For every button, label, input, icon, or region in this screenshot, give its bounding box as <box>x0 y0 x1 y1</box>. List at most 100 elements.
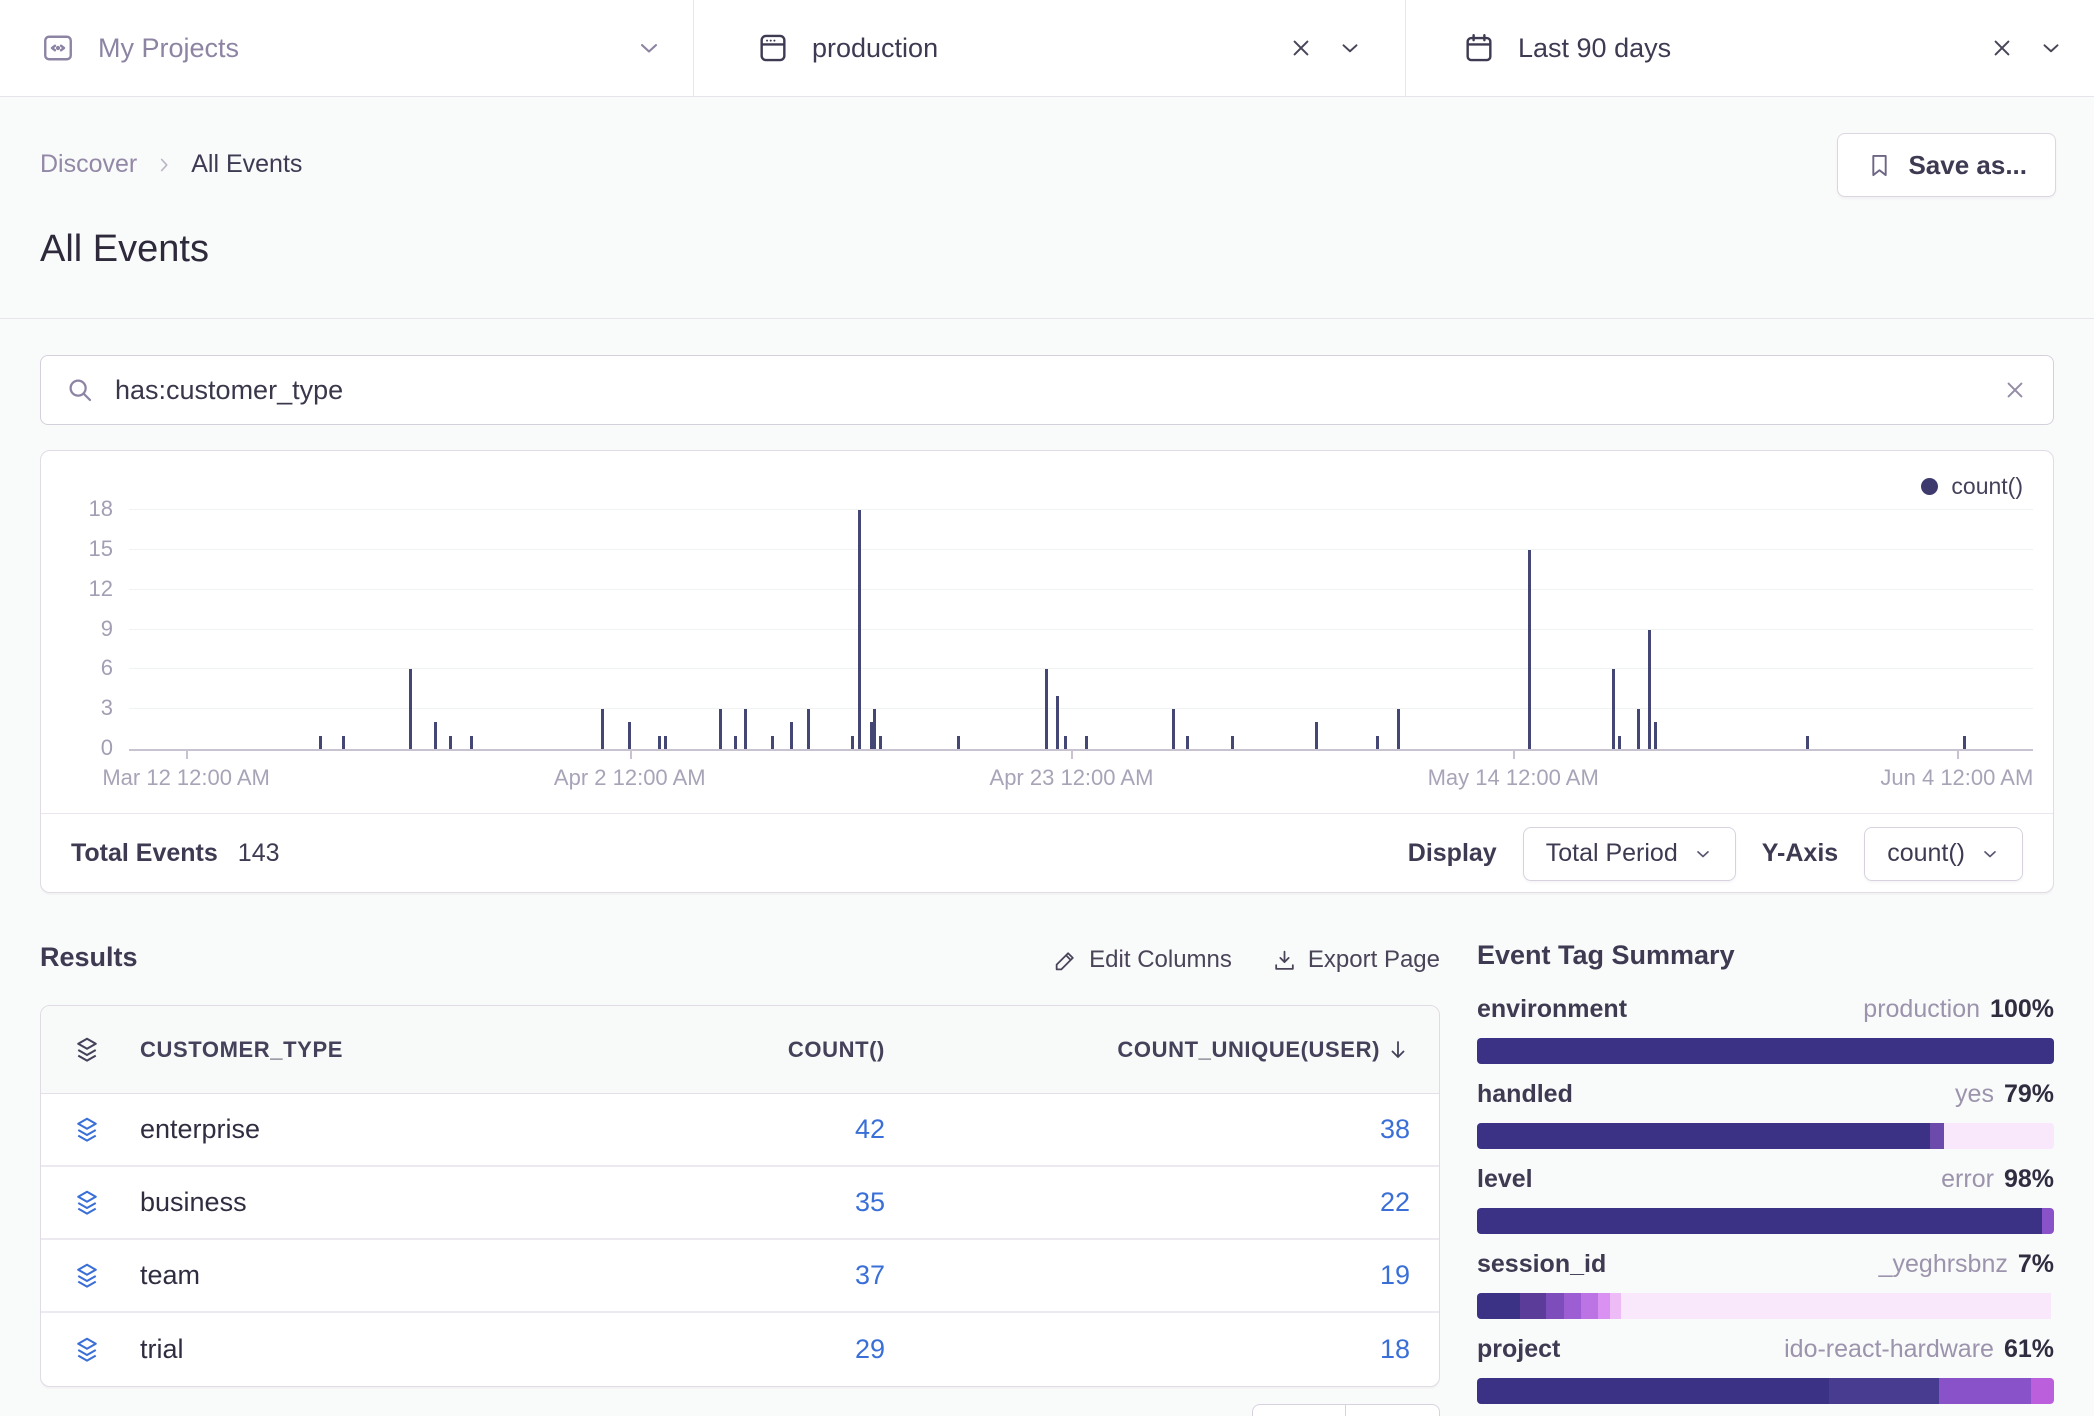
legend-label: count() <box>1951 473 2023 500</box>
next-page-button[interactable] <box>1346 1404 1440 1416</box>
chart-gridline <box>129 708 2033 709</box>
total-events-label: Total Events <box>71 839 218 868</box>
tag-percent: 7% <box>2018 1250 2054 1278</box>
search-input[interactable] <box>115 375 2001 406</box>
tag-percent: 61% <box>2004 1335 2054 1363</box>
chart-bar <box>1618 736 1621 749</box>
pagination <box>1252 1404 1440 1416</box>
chart-x-tick-label: Apr 2 12:00 AM <box>554 765 706 791</box>
chart-bar <box>1172 709 1175 749</box>
column-header-count-unique[interactable]: COUNT_UNIQUE(USER) <box>885 1037 1410 1063</box>
chart-bar <box>1064 736 1067 749</box>
y-axis-dropdown[interactable]: count() <box>1864 827 2023 881</box>
chart-gridline <box>129 589 2033 590</box>
tag-bar-segment[interactable] <box>2031 1378 2054 1404</box>
cell-count[interactable]: 37 <box>585 1260 885 1291</box>
sort-desc-arrow-icon <box>1386 1038 1410 1062</box>
project-selector-label: My Projects <box>98 33 239 64</box>
tag-bar-segment[interactable] <box>1930 1123 1944 1149</box>
stack-icon <box>72 1261 102 1291</box>
tag-bar[interactable] <box>1477 1208 2054 1234</box>
chart-bar <box>957 736 960 749</box>
tag-top-value: ido-react-hardware <box>1784 1335 1994 1363</box>
display-dropdown[interactable]: Total Period <box>1523 827 1736 881</box>
tag-bar-segment[interactable] <box>1477 1378 1829 1404</box>
cell-count-unique[interactable]: 38 <box>885 1114 1410 1145</box>
edit-columns-button[interactable]: Edit Columns <box>1053 946 1232 974</box>
project-selector[interactable]: My Projects <box>0 0 693 96</box>
cell-count[interactable]: 29 <box>585 1334 885 1365</box>
search-bar[interactable] <box>40 355 2054 425</box>
results-table: CUSTOMER_TYPE COUNT() COUNT_UNIQUE(USER)… <box>40 1005 1440 1387</box>
chart-x-tick <box>1957 751 1959 759</box>
tag-bar-segment[interactable] <box>1546 1293 1563 1319</box>
previous-page-button[interactable] <box>1252 1404 1346 1416</box>
column-header-customer-type[interactable]: CUSTOMER_TYPE <box>140 1037 585 1063</box>
tag-bar-segment[interactable] <box>1520 1293 1546 1319</box>
cell-customer-type: trial <box>140 1334 585 1365</box>
tag-bar[interactable] <box>1477 1038 2054 1064</box>
tag-name: level <box>1477 1165 1533 1194</box>
cell-count-unique[interactable]: 22 <box>885 1187 1410 1218</box>
tag-bar-segment[interactable] <box>1829 1378 1939 1404</box>
results-table-header: CUSTOMER_TYPE COUNT() COUNT_UNIQUE(USER) <box>41 1006 1439 1094</box>
tag-bar[interactable] <box>1477 1123 2054 1149</box>
daterange-selector[interactable]: Last 90 days <box>1405 0 2094 96</box>
tag-bar-segment[interactable] <box>1621 1293 2051 1319</box>
tag-bar[interactable] <box>1477 1293 2054 1319</box>
stack-icon <box>72 1188 102 1218</box>
table-row: enterprise4238 <box>41 1094 1439 1167</box>
environment-selector[interactable]: production <box>693 0 1405 96</box>
tag-bar-segment[interactable] <box>1939 1378 2031 1404</box>
tag-bar-segment[interactable] <box>1610 1293 1622 1319</box>
tag-bar-segment[interactable] <box>1477 1208 2042 1234</box>
chevron-down-icon[interactable] <box>2038 35 2064 61</box>
results-actions: Edit Columns Export Page <box>1053 946 1440 974</box>
chart-bar <box>807 709 810 749</box>
chart-x-axis-line <box>129 749 2033 751</box>
chart-bar <box>1056 696 1059 749</box>
results-heading: Results <box>40 942 138 973</box>
chevron-down-icon[interactable] <box>635 34 663 62</box>
tag-bar-segment[interactable] <box>1581 1293 1598 1319</box>
search-icon <box>65 375 95 405</box>
export-page-button[interactable]: Export Page <box>1272 946 1440 974</box>
events-chart-panel: count() 0369121518 Mar 12 12:00 AMApr 2 … <box>40 450 2054 893</box>
tag-bar[interactable] <box>1477 1378 2054 1404</box>
column-header-count[interactable]: COUNT() <box>585 1037 885 1063</box>
chart-y-tick-label: 3 <box>55 695 113 721</box>
save-as-button[interactable]: Save as... <box>1837 133 2056 197</box>
chart-x-tick-label: Mar 12 12:00 AM <box>102 765 270 791</box>
legend-dot-icon <box>1921 478 1938 495</box>
tag-bar-segment[interactable] <box>1944 1123 2054 1149</box>
tag-bar-segment[interactable] <box>1477 1293 1520 1319</box>
chevron-down-icon <box>1693 844 1713 864</box>
edit-columns-label: Edit Columns <box>1089 946 1232 974</box>
tag-bar-segment[interactable] <box>1564 1293 1581 1319</box>
chart-footer: Total Events 143 Display Total Period Y-… <box>41 813 2053 893</box>
chart-bar <box>1637 709 1640 749</box>
table-row: business3522 <box>41 1167 1439 1240</box>
tag-bar-segment[interactable] <box>2042 1208 2054 1234</box>
tag-bar-segment[interactable] <box>1598 1293 1610 1319</box>
cell-count-unique[interactable]: 18 <box>885 1334 1410 1365</box>
page-title: All Events <box>40 228 209 271</box>
clear-search-icon[interactable] <box>2001 376 2029 404</box>
clear-environment-icon[interactable] <box>1287 34 1315 62</box>
download-icon <box>1272 948 1297 973</box>
chart-legend[interactable]: count() <box>1921 473 2023 500</box>
chart-bar <box>449 736 452 749</box>
header-divider <box>0 318 2094 319</box>
clear-daterange-icon[interactable] <box>1988 34 2016 62</box>
chart-bar <box>851 736 854 749</box>
cell-count-unique[interactable]: 19 <box>885 1260 1410 1291</box>
breadcrumb-discover-link[interactable]: Discover <box>40 150 137 179</box>
cell-count[interactable]: 42 <box>585 1114 885 1145</box>
tag-percent: 79% <box>2004 1080 2054 1108</box>
chart-bar <box>719 709 722 749</box>
tag-bar-segment[interactable] <box>1477 1038 2054 1064</box>
tag-bar-segment[interactable] <box>1477 1123 1930 1149</box>
display-label: Display <box>1408 839 1497 868</box>
chevron-down-icon[interactable] <box>1337 35 1363 61</box>
cell-count[interactable]: 35 <box>585 1187 885 1218</box>
